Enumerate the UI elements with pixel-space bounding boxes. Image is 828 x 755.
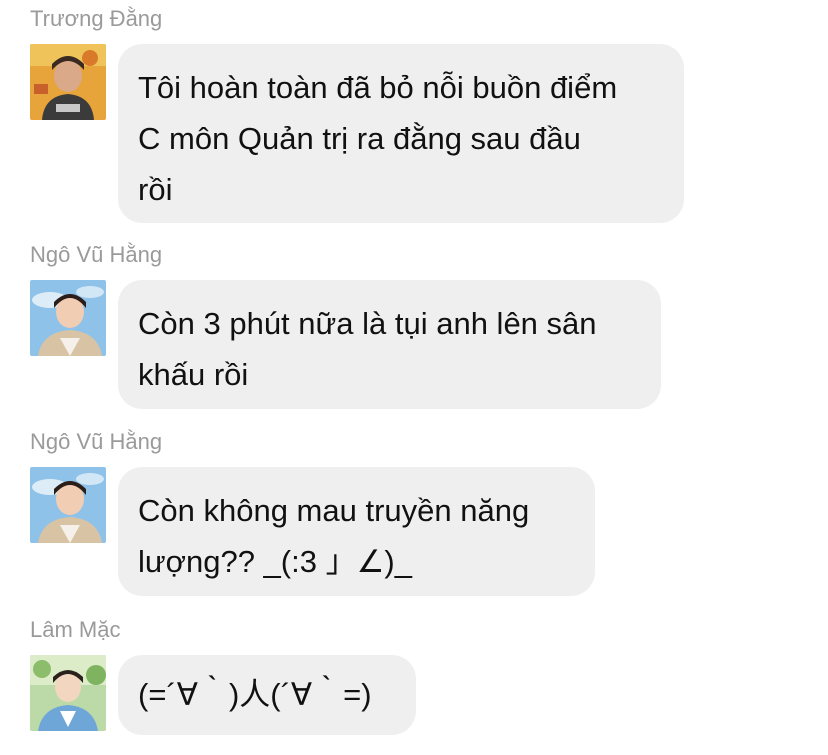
message-bubble[interactable]: (=´∀｀)人(´∀｀=) [118, 655, 416, 735]
sender-name: Ngô Vũ Hằng [30, 429, 163, 454]
message-bubble[interactable]: Còn 3 phút nữa là tụi anh lên sân khấu r… [118, 280, 661, 409]
avatar[interactable] [30, 280, 106, 356]
avatar-photo [30, 655, 106, 731]
avatar[interactable] [30, 655, 106, 731]
sender-name: Ngô Vũ Hằng [30, 242, 163, 267]
avatar[interactable] [30, 44, 106, 120]
sender-name: Trương Đằng [30, 6, 163, 31]
avatar-photo [30, 467, 106, 543]
avatar-photo [30, 44, 106, 120]
sender-name: Lâm Mặc [30, 617, 121, 642]
message-bubble[interactable]: Tôi hoàn toàn đã bỏ nỗi buồn điểm C môn … [118, 44, 684, 223]
avatar-photo [30, 280, 106, 356]
message-bubble[interactable]: Còn không mau truyền năng lượng?? _(:3 」… [118, 467, 595, 596]
avatar[interactable] [30, 467, 106, 543]
